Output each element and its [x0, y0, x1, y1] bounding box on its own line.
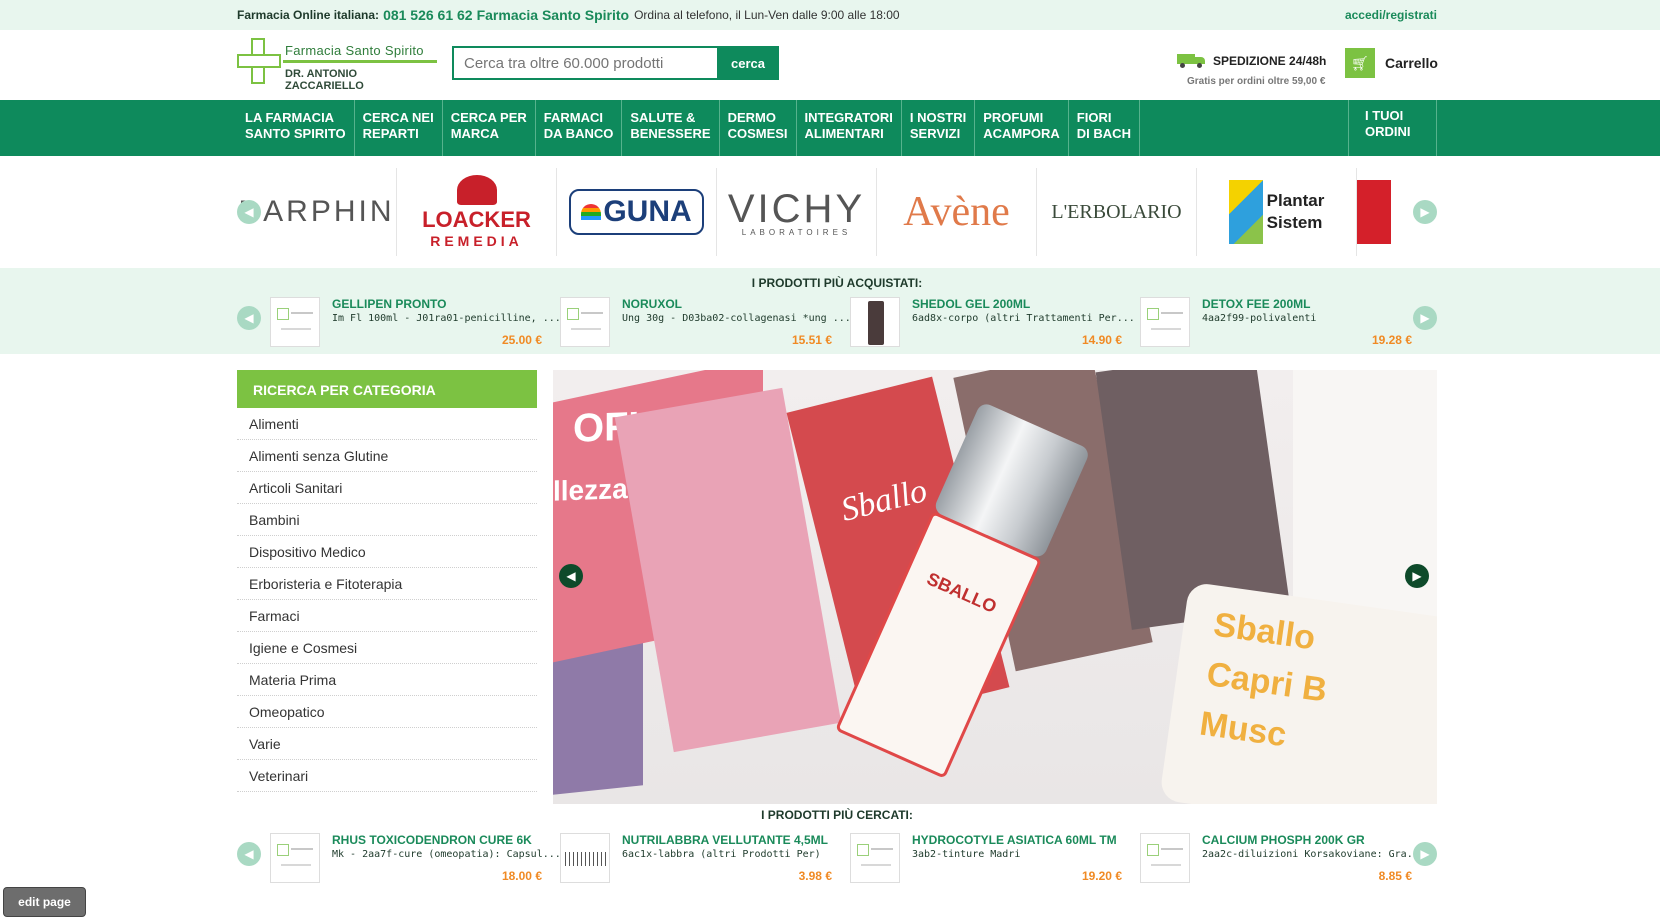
product-image [560, 833, 610, 883]
product-card[interactable]: NORUXOL Ung 30g - D03ba02-collagenasi *u… [560, 297, 851, 349]
hero-slider[interactable]: OFUMIllezza Sballo Sballo Capri B Musc S… [553, 370, 1437, 804]
category-item[interactable]: Bambini [237, 504, 537, 536]
search-form: cerca [452, 46, 779, 80]
nav-item-salute[interactable]: SALUTE & BENESSERE [622, 100, 720, 156]
product-card[interactable]: CALCIUM PHOSPH 200K GR 2aa2c-diluizioni … [1140, 833, 1430, 885]
brand-guna[interactable]: GUNA [557, 168, 717, 256]
category-item[interactable]: Igiene e Cosmesi [237, 632, 537, 664]
searched-next-arrow[interactable]: ▶ [1413, 842, 1437, 866]
cart-icon: 🛒︎ [1345, 48, 1375, 78]
shipping-note: Gratis per ordini oltre 59,00 € [1187, 76, 1326, 87]
pharmacy-name: Farmacia Santo Spirito [476, 7, 630, 23]
logo-subtitle: DR. ANTONIO ZACCARIELLO [285, 68, 364, 92]
brand-loacker[interactable]: LOACKER REMEDIA [397, 168, 557, 256]
most-searched-title: I PRODOTTI PIÙ CERCATI: [761, 808, 913, 822]
brand-vichy[interactable]: VICHY LABORATOIRES [717, 168, 877, 256]
best-next-arrow[interactable]: ▶ [1413, 306, 1437, 330]
nav-item-marca[interactable]: CERCA PER MARCA [443, 100, 536, 156]
nav-item-farmaci-banco[interactable]: FARMACI DA BANCO [536, 100, 623, 156]
most-searched-strip: I PRODOTTI PIÙ CERCATI: ◀ RHUS TOXICODEN… [0, 796, 1660, 900]
brand-carousel: DARPHIN LOACKER REMEDIA GUNA VICHY LABORA… [0, 156, 1660, 268]
brand-plantar-sistem[interactable]: Plantar Sistem [1197, 168, 1357, 256]
login-link[interactable]: accedi/registrati [1345, 8, 1437, 22]
product-image-placeholder [1140, 833, 1190, 883]
main-nav: LA FARMACIA SANTO SPIRITO CERCA NEI REPART… [0, 100, 1660, 156]
product-card[interactable]: NUTRILABBRA VELLUTANTE 4,5ML 6ac1x-labbr… [560, 833, 850, 885]
product-card[interactable]: HYDROCOTYLE ASIATICA 60ML TM 3ab2-tintur… [850, 833, 1140, 885]
cart-label: Carrello [1385, 55, 1438, 71]
product-card[interactable]: RHUS TOXICODENDRON CURE 6K Mk - 2aa7f-cu… [270, 833, 561, 885]
truck-icon [1177, 54, 1205, 68]
product-image-placeholder [270, 297, 320, 347]
product-image-placeholder [1140, 297, 1190, 347]
slider-prev-arrow[interactable]: ◀ [559, 564, 583, 588]
category-item[interactable]: Varie [237, 728, 537, 760]
category-item[interactable]: Dispositivo Medico [237, 536, 537, 568]
nav-item-dermocosmesi[interactable]: DERMO COSMESI [720, 100, 797, 156]
rainbow-icon [581, 204, 602, 220]
slide-text: Sballo [837, 471, 931, 529]
best-prev-arrow[interactable]: ◀ [237, 306, 261, 330]
brand-prev-arrow[interactable]: ◀ [237, 200, 261, 224]
product-card[interactable]: GELLIPEN PRONTO Im Fl 100ml - J01ra01-pe… [270, 297, 561, 349]
cart-button[interactable]: 🛒︎ Carrello [1345, 48, 1438, 78]
category-item[interactable]: Erboristeria e Fitoterapia [237, 568, 537, 600]
nav-item-orders[interactable]: I TUOI ORDINI [1349, 100, 1437, 156]
main-content: RICERCA PER CATEGORIA Alimenti Alimenti … [0, 354, 1660, 804]
slide-text: llezza [553, 473, 628, 507]
brand-next-arrow[interactable]: ▶ [1413, 200, 1437, 224]
search-button[interactable]: cerca [717, 46, 779, 80]
plantar-cube-icon [1228, 180, 1263, 244]
pharmacy-cross-icon [237, 38, 281, 84]
product-card[interactable]: SHEDOL GEL 200ML 6ad8x-corpo (altri Trat… [850, 297, 1140, 349]
category-item[interactable]: Alimenti [237, 408, 537, 440]
nav-item-integratori[interactable]: INTEGRATORI ALIMENTARI [797, 100, 902, 156]
product-image [850, 297, 900, 347]
slide-text: Capri B [1204, 655, 1330, 710]
top-bar: Farmacia Online italiana: 081 526 61 62 … [0, 0, 1660, 30]
category-item[interactable]: Farmaci [237, 600, 537, 632]
best-sellers-title: I PRODOTTI PIÙ ACQUISTATI: [751, 276, 923, 290]
category-list: RICERCA PER CATEGORIA Alimenti Alimenti … [237, 370, 537, 792]
slider-next-arrow[interactable]: ▶ [1405, 564, 1429, 588]
nav-item-fiori-bach[interactable]: FIORI DI BACH [1069, 100, 1140, 156]
slide-text: Sballo [1211, 605, 1318, 658]
category-item[interactable]: Veterinari [237, 760, 537, 792]
searched-prev-arrow[interactable]: ◀ [237, 842, 261, 866]
opening-hours: Ordina al telefono, il Lun-Ven dalle 9:0… [634, 8, 900, 22]
slide-text: Musc [1197, 704, 1289, 755]
brand-erbolario[interactable]: L'ERBOLARIO [1037, 168, 1197, 256]
brand-darphin[interactable]: DARPHIN [237, 168, 397, 256]
category-title: RICERCA PER CATEGORIA [237, 370, 537, 408]
logo-title: Farmacia Santo Spirito [285, 43, 424, 58]
product-image-placeholder [850, 833, 900, 883]
brand-avene[interactable]: Avène [877, 168, 1037, 256]
edit-page-button[interactable]: edit page [3, 887, 86, 917]
phone-number[interactable]: 081 526 61 62 [383, 7, 473, 23]
site-logo[interactable]: Farmacia Santo Spirito DR. ANTONIO ZACCA… [237, 38, 437, 92]
header: Farmacia Santo Spirito DR. ANTONIO ZACCA… [0, 30, 1660, 100]
product-card[interactable]: DETOX FEE 200ML 4aa2f99-polivalenti 19.2… [1140, 297, 1430, 349]
best-sellers-strip: I PRODOTTI PIÙ ACQUISTATI: ◀ GELLIPEN PR… [0, 268, 1660, 354]
loacker-tree-icon [456, 175, 497, 205]
category-item[interactable]: Alimenti senza Glutine [237, 440, 537, 472]
nav-item-farmacia[interactable]: LA FARMACIA SANTO SPIRITO [237, 100, 355, 156]
search-input[interactable] [452, 46, 717, 80]
nav-item-servizi[interactable]: I NOSTRI SERVIZI [902, 100, 976, 156]
product-image-placeholder [560, 297, 610, 347]
top-bar-lead: Farmacia Online italiana: [237, 8, 380, 22]
brand-partial[interactable] [1357, 168, 1397, 256]
nav-item-profumi[interactable]: PROFUMI ACAMPORA [975, 100, 1069, 156]
nav-item-reparti[interactable]: CERCA NEI REPARTI [355, 100, 443, 156]
category-item[interactable]: Omeopatico [237, 696, 537, 728]
category-item[interactable]: Articoli Sanitari [237, 472, 537, 504]
category-item[interactable]: Materia Prima [237, 664, 537, 696]
product-image-placeholder [270, 833, 320, 883]
shipping-label: SPEDIZIONE 24/48h [1213, 54, 1327, 68]
